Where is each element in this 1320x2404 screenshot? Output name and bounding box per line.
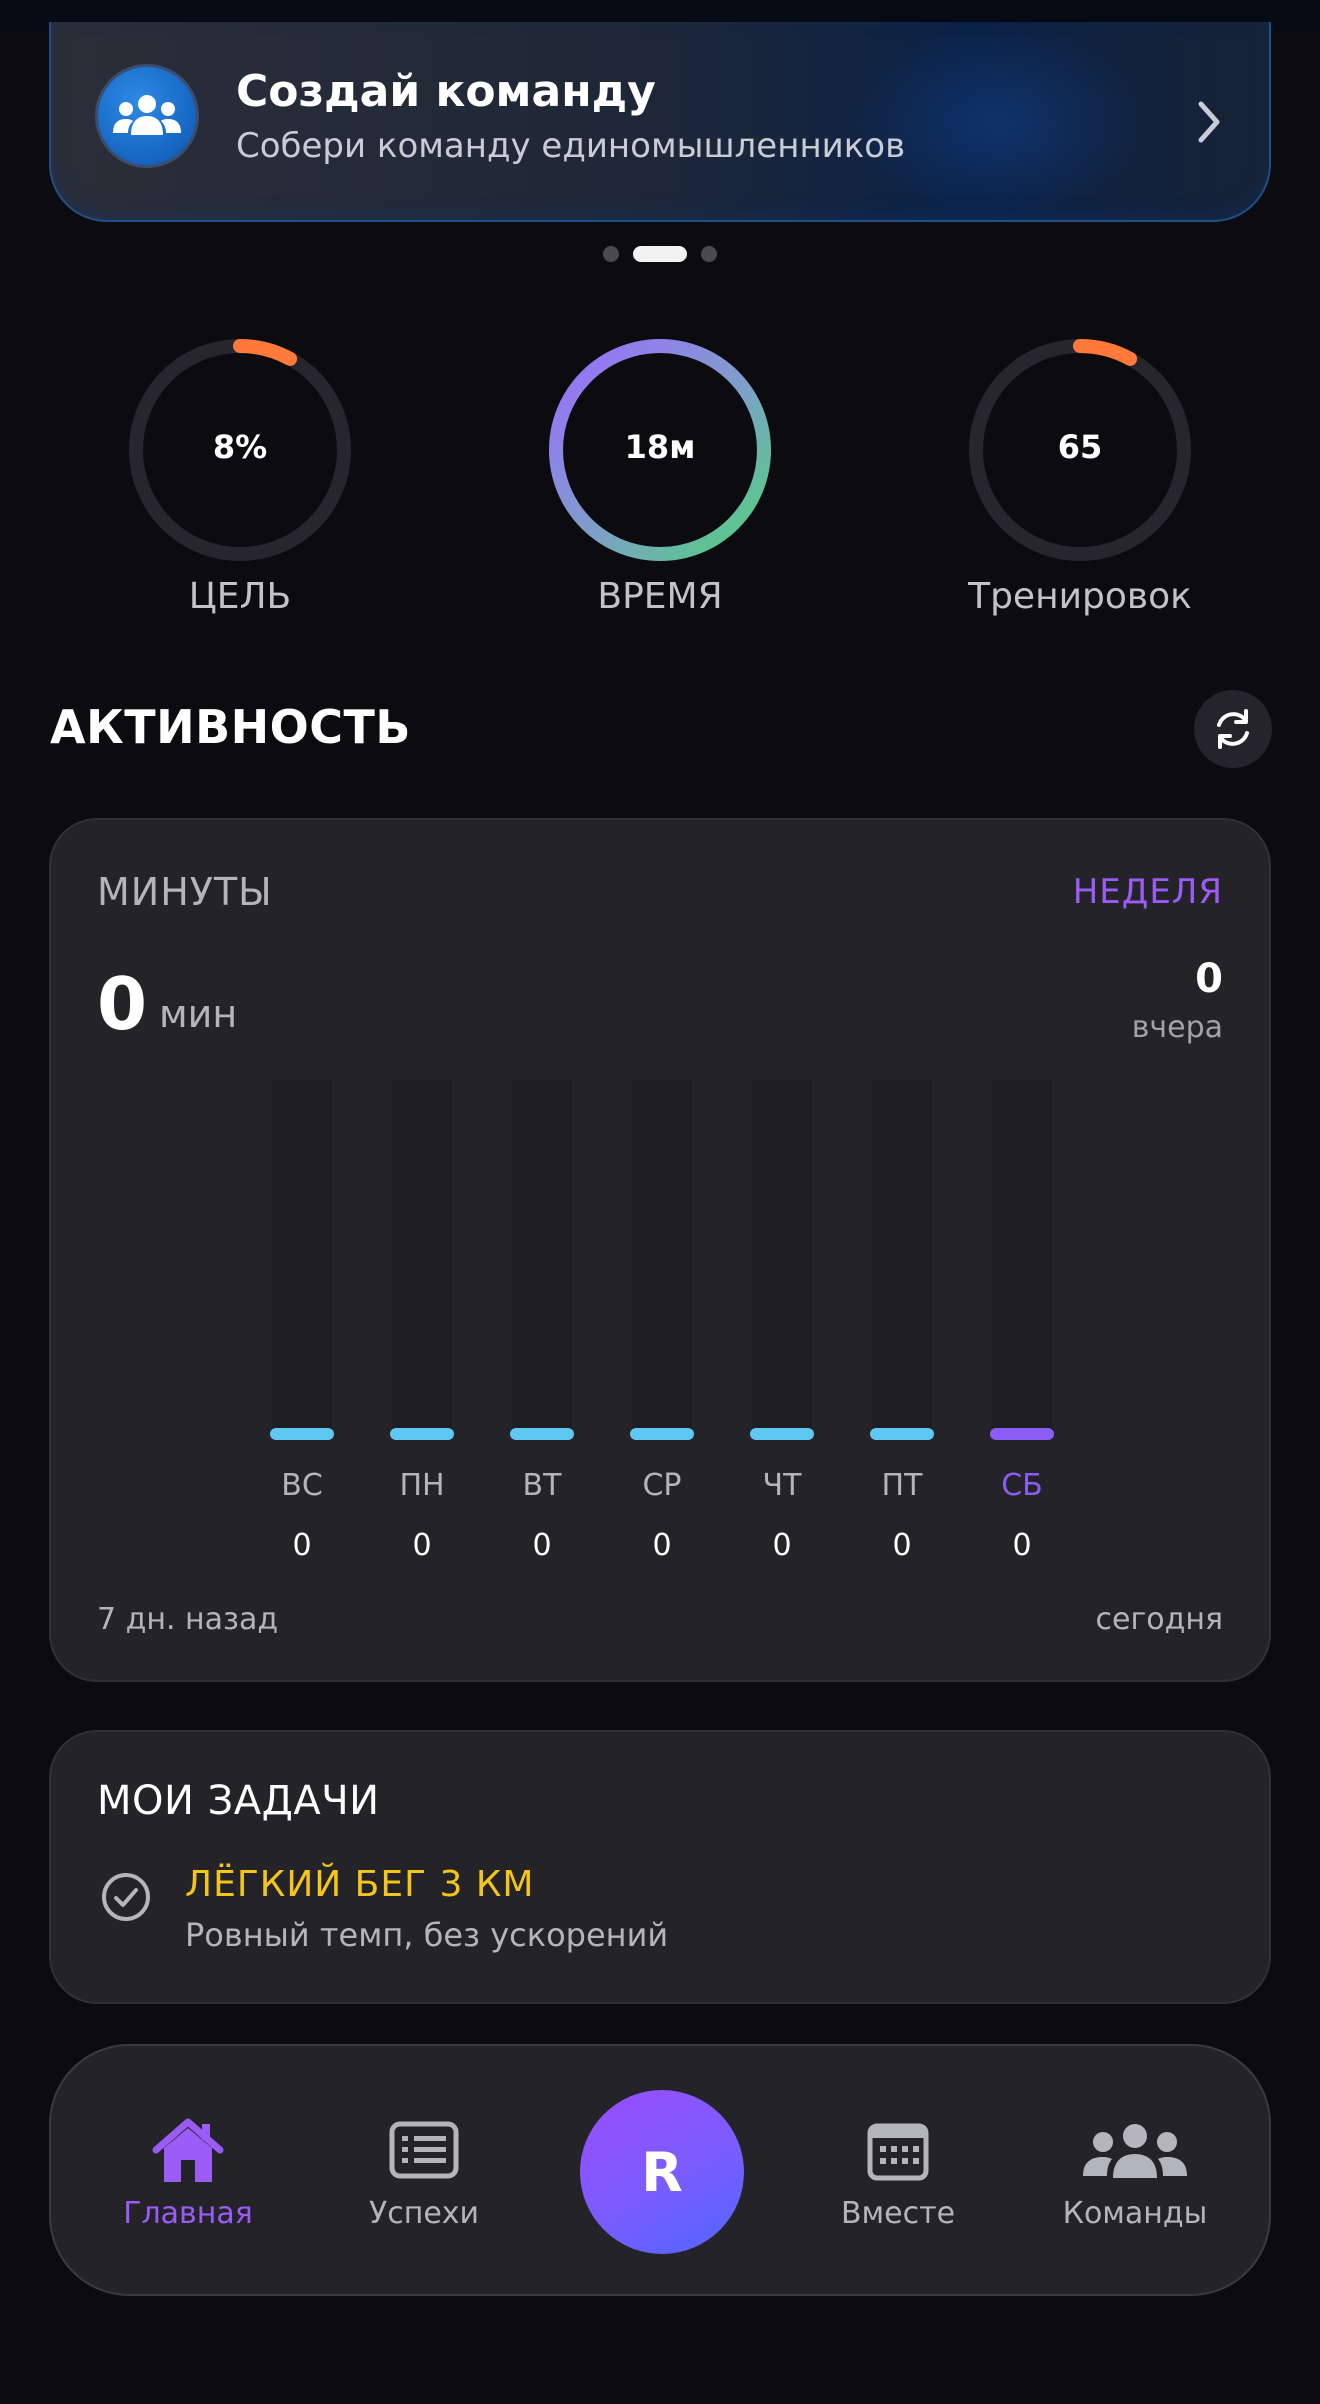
bar-column-3[interactable]: СР 0 — [630, 1080, 694, 1580]
center-action-button[interactable]: R — [580, 2090, 744, 2254]
carousel-pager[interactable] — [0, 246, 1320, 262]
home-icon — [152, 2118, 224, 2182]
yesterday-label: вчера — [1131, 1010, 1223, 1045]
check-circle-icon[interactable] — [99, 1870, 153, 1924]
bottom-navigation: Главная Успехи R Вместе Команды — [49, 2044, 1271, 2296]
bar — [510, 1428, 574, 1440]
bar-track — [512, 1080, 572, 1440]
nav-item-achievements[interactable]: Успехи — [324, 2116, 524, 2231]
bar-value-label: 0 — [772, 1528, 792, 1563]
bar-value-label: 0 — [532, 1528, 552, 1563]
bar — [390, 1428, 454, 1440]
bar-column-5[interactable]: ПТ 0 — [870, 1080, 934, 1580]
workouts-ring-label: Тренировок — [968, 576, 1192, 617]
pager-dot[interactable] — [603, 246, 619, 262]
nav-label-teams: Команды — [1062, 2196, 1208, 2231]
nav-item-home[interactable]: Главная — [88, 2116, 288, 2231]
chevron-right-icon[interactable] — [1189, 92, 1229, 152]
bar-day-label: ЧТ — [762, 1468, 802, 1503]
bar-track — [272, 1080, 332, 1440]
minutes-chart-card: МИНУТЫ НЕДЕЛЯ 0 мин 0 вчера ВС 0 ПН 0 ВТ 0 СР 0… — [49, 818, 1271, 1682]
nav-label-home: Главная — [123, 2196, 253, 2231]
list-icon — [389, 2121, 459, 2179]
bar-value-label: 0 — [292, 1528, 312, 1563]
nav-label-achievements: Успехи — [368, 2196, 480, 2231]
bar-track — [992, 1080, 1052, 1440]
bar-day-label: ВТ — [522, 1468, 562, 1503]
banner-title: Создай команду — [236, 66, 656, 117]
total-minutes-unit: мин — [159, 992, 238, 1036]
task-name[interactable]: ЛЁГКИЙ БЕГ 3 КМ — [185, 1864, 534, 1905]
bar-track — [872, 1080, 932, 1440]
bar-value-label: 0 — [652, 1528, 672, 1563]
time-ring-value: 18м — [624, 428, 696, 466]
workouts-ring[interactable]: 65 Тренировок — [960, 330, 1200, 630]
time-ring[interactable]: 18м ВРЕМЯ — [540, 330, 780, 630]
bar-track — [392, 1080, 452, 1440]
bar — [990, 1428, 1054, 1440]
create-team-banner[interactable]: Создай команду Собери команду единомышле… — [49, 22, 1271, 222]
pager-dot-active[interactable] — [633, 246, 687, 262]
bar-value-label: 0 — [892, 1528, 912, 1563]
bar-day-label: ВС — [281, 1468, 323, 1503]
bar-day-label: СР — [642, 1468, 682, 1503]
time-ring-label: ВРЕМЯ — [597, 576, 723, 617]
bar — [750, 1428, 814, 1440]
weekly-bar-chart: ВС 0 ПН 0 ВТ 0 СР 0 ЧТ 0 ПТ 0 СБ 0 — [51, 1080, 1273, 1580]
activity-title: АКТИВНОСТЬ — [50, 700, 411, 754]
bar-column-6[interactable]: СБ 0 — [990, 1080, 1054, 1580]
bar-value-label: 0 — [1012, 1528, 1032, 1563]
refresh-button[interactable] — [1194, 690, 1272, 768]
goal-ring[interactable]: 8% ЦЕЛЬ — [120, 330, 360, 630]
chart-footer-start: 7 дн. назад — [97, 1602, 279, 1637]
bar-day-label: СБ — [1001, 1468, 1043, 1503]
bar — [270, 1428, 334, 1440]
nav-item-together[interactable]: Вместе — [798, 2116, 998, 2231]
nav-item-teams[interactable]: Команды — [1035, 2116, 1235, 2231]
bar-column-2[interactable]: ВТ 0 — [510, 1080, 574, 1580]
users-group-icon — [95, 64, 199, 168]
tasks-title: МОИ ЗАДАЧИ — [97, 1778, 380, 1824]
chart-card-label: МИНУТЫ — [97, 870, 273, 914]
bar — [870, 1428, 934, 1440]
goal-ring-label: ЦЕЛЬ — [188, 576, 292, 617]
users-group-icon — [1083, 2124, 1187, 2178]
bar-value-label: 0 — [412, 1528, 432, 1563]
chart-footer-end: сегодня — [1095, 1602, 1223, 1637]
bar — [630, 1428, 694, 1440]
calendar-icon — [867, 2123, 929, 2181]
bar-day-label: ПН — [399, 1468, 445, 1503]
banner-subtitle: Собери команду единомышленников — [236, 126, 906, 166]
yesterday-value: 0 — [1195, 956, 1223, 1002]
bar-track — [752, 1080, 812, 1440]
pager-dot[interactable] — [701, 246, 717, 262]
my-tasks-card: МОИ ЗАДАЧИ ЛЁГКИЙ БЕГ 3 КМ Ровный темп, … — [49, 1730, 1271, 2004]
bar-track — [632, 1080, 692, 1440]
workouts-ring-value: 65 — [1057, 428, 1103, 466]
nav-label-together: Вместе — [840, 2196, 956, 2231]
bar-day-label: ПТ — [881, 1468, 923, 1503]
banner-glow — [849, 22, 1149, 222]
bar-column-4[interactable]: ЧТ 0 — [750, 1080, 814, 1580]
bar-column-1[interactable]: ПН 0 — [390, 1080, 454, 1580]
period-selector[interactable]: НЕДЕЛЯ — [1073, 872, 1223, 912]
total-minutes-value: 0 — [97, 962, 148, 1046]
task-description: Ровный темп, без ускорений — [185, 1916, 669, 1954]
goal-ring-value: 8% — [212, 428, 268, 466]
bar-column-0[interactable]: ВС 0 — [270, 1080, 334, 1580]
refresh-icon — [1217, 709, 1249, 749]
